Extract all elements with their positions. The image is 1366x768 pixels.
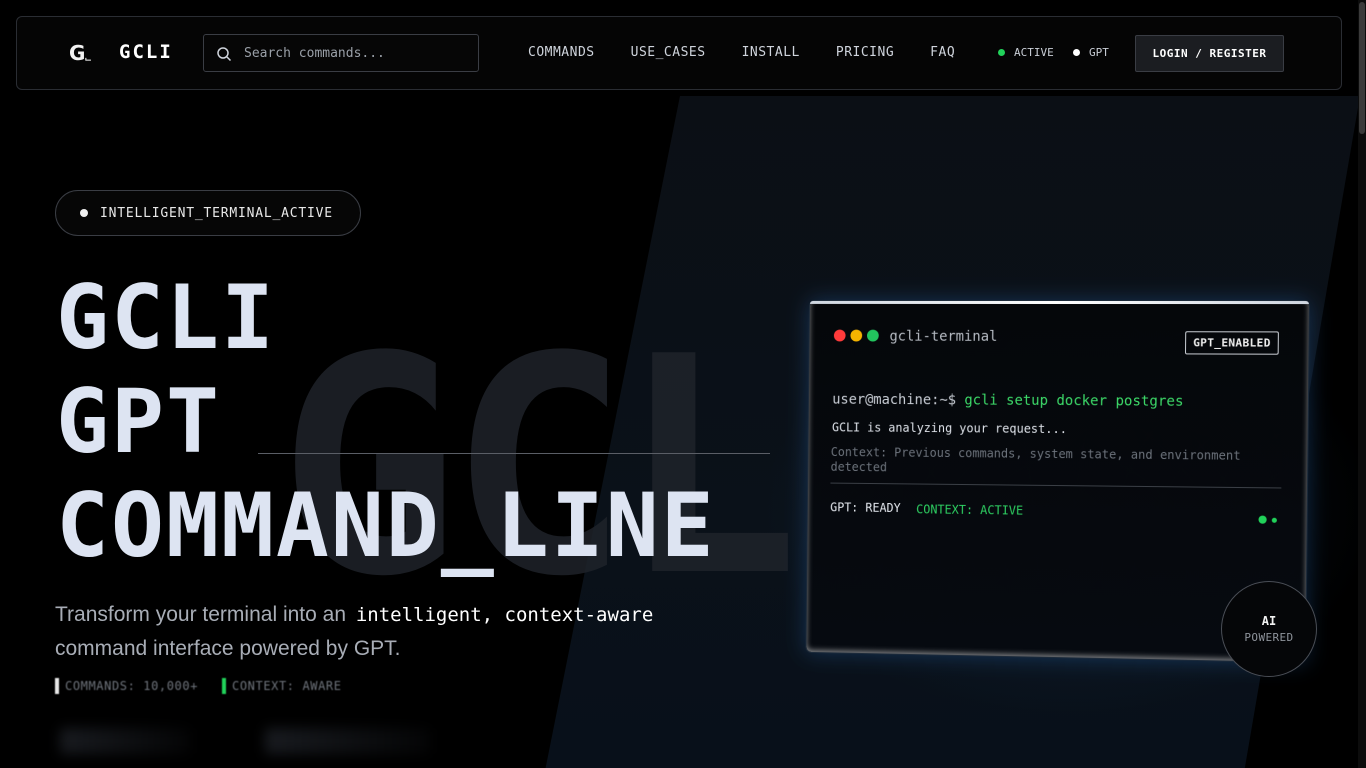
search-box[interactable]: [203, 34, 479, 72]
cta-primary-button[interactable]: [60, 728, 190, 754]
ai-badge-line1: AI: [1261, 614, 1277, 628]
stat-bar-icon: [222, 678, 227, 694]
activity-dots-icon: [1258, 515, 1277, 524]
login-register-button[interactable]: LOGIN / REGISTER: [1135, 35, 1284, 72]
nav-link-faq[interactable]: FAQ: [930, 45, 955, 60]
analyzing-text: GCLI is analyzing your request...: [831, 420, 1067, 437]
tagline-highlight: intelligent, context-aware: [355, 604, 654, 626]
context-active-status: CONTEXT: ACTIVE: [916, 502, 1024, 518]
gpt-ready-status: GPT: READY: [830, 500, 901, 516]
search-icon: [217, 47, 232, 62]
active-dot-icon: [998, 49, 1005, 56]
minimize-light-icon[interactable]: [850, 329, 863, 342]
status-gpt-label: GPT: [1089, 46, 1109, 59]
terminal-divider: [830, 482, 1282, 489]
badge-label: INTELLIGENT_TERMINAL_ACTIVE: [100, 205, 333, 221]
hero-divider: [258, 453, 770, 454]
hero-stats: COMMANDS: 10,000+ CONTEXT: AWARE: [55, 678, 342, 694]
hero-title-line2: GPT: [56, 370, 221, 473]
nav-links: COMMANDS USE_CASES INSTALL PRICING FAQ: [528, 45, 991, 60]
logo-glyph: G: [69, 41, 85, 65]
context-note: Context: Previous commands, system state…: [830, 445, 1241, 475]
tagline-post: command interface powered by GPT.: [55, 637, 401, 660]
scrollbar-thumb[interactable]: [1359, 2, 1365, 134]
logo-subglyph: ⌙: [84, 55, 91, 65]
tagline-pre: Transform your terminal into an: [55, 603, 346, 626]
ai-powered-badge: AI POWERED: [1221, 581, 1317, 677]
terminal-top-edge: [809, 300, 1309, 305]
maximize-light-icon[interactable]: [866, 329, 879, 342]
top-navbar: G⌙ GCLI COMMANDS USE_CASES INSTALL PRICI…: [16, 16, 1342, 90]
logo-icon[interactable]: G⌙: [69, 41, 92, 65]
stat-bar-icon: [55, 678, 59, 694]
hero-title-line1: GCLI: [56, 266, 276, 369]
status-gpt: GPT: [1073, 46, 1109, 59]
search-input[interactable]: [244, 35, 474, 71]
nav-link-pricing[interactable]: PRICING: [836, 45, 894, 60]
nav-link-use-cases[interactable]: USE_CASES: [631, 45, 706, 60]
stat-commands-label: COMMANDS: 10,000+: [65, 679, 199, 693]
gpt-dot-icon: [1073, 49, 1080, 56]
hero-title-line3: COMMAND_LINE: [56, 474, 716, 577]
nav-link-commands[interactable]: COMMANDS: [528, 45, 595, 60]
close-light-icon[interactable]: [833, 329, 846, 342]
cta-secondary-button[interactable]: [265, 728, 430, 754]
terminal-title: gcli-terminal: [889, 328, 998, 345]
stat-context: CONTEXT: AWARE: [222, 678, 342, 694]
ai-badge-line2: POWERED: [1244, 631, 1294, 644]
stat-context-label: CONTEXT: AWARE: [232, 679, 342, 693]
nav-link-install[interactable]: INSTALL: [742, 45, 800, 60]
gpt-enabled-tag: GPT_ENABLED: [1184, 331, 1280, 355]
command-text: gcli setup docker postgres: [964, 392, 1184, 410]
terminal-prompt-line: user@machine:~$ gcli setup docker postgr…: [832, 392, 1183, 410]
prompt-text: user@machine:~$: [832, 391, 957, 409]
stat-commands: COMMANDS: 10,000+: [55, 678, 198, 694]
status-active-label: ACTIVE: [1014, 46, 1054, 59]
brand-name[interactable]: GCLI: [119, 41, 173, 63]
status-active: ACTIVE: [998, 46, 1054, 59]
status-badge: INTELLIGENT_TERMINAL_ACTIVE: [55, 190, 361, 236]
hero-tagline: Transform your terminal into an intellig…: [55, 598, 735, 665]
badge-dot-icon: [80, 209, 88, 217]
window-controls: [833, 329, 879, 342]
